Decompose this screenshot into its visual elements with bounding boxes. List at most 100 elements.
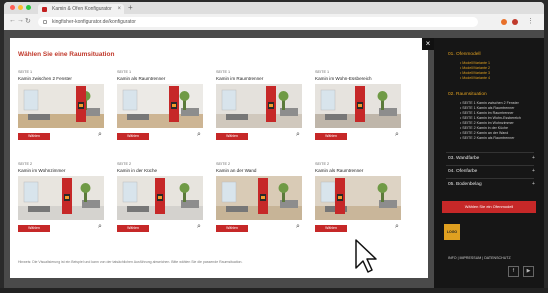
room-preview-image[interactable] xyxy=(18,176,104,220)
lock-icon xyxy=(43,20,47,24)
sidebar-option[interactable]: • SEITE 2 Kamin an der Wand xyxy=(460,131,508,135)
facebook-icon[interactable]: f xyxy=(508,266,519,277)
close-modal-button[interactable]: × xyxy=(422,38,434,50)
extension-icon[interactable] xyxy=(501,19,507,25)
modal-title: Wählen Sie eine Raumsituation xyxy=(18,51,115,58)
new-tab-button[interactable]: + xyxy=(128,3,133,12)
expand-icon[interactable]: + xyxy=(532,181,535,187)
sidebar-section-wandfarbe[interactable]: 03. Wandfarbe xyxy=(448,156,479,161)
close-window-dot[interactable] xyxy=(10,5,15,10)
url-text: kingfisher-konfigurator.de/konfigurator xyxy=(52,19,136,25)
select-room-button[interactable]: Wählen xyxy=(216,225,248,232)
footer-links[interactable]: INFO | IMPRESSUM | DATENSCHUTZ xyxy=(448,256,511,260)
expand-icon[interactable]: + xyxy=(532,168,535,174)
maximize-window-dot[interactable] xyxy=(26,5,31,10)
reload-icon[interactable]: ↻ xyxy=(25,17,31,25)
card-kicker: SEITE 1 xyxy=(315,70,330,74)
tab-title: Kamin & Ofen Konfigurator xyxy=(52,6,112,12)
zoom-icon[interactable]: ⌕ xyxy=(395,223,399,231)
card-title: Kamin im Raumtrenner xyxy=(216,76,264,81)
zoom-icon[interactable]: ⌕ xyxy=(296,223,300,231)
room-card[interactable]: SEITE 1 Kamin im Raumtrenner Wählen ⌕ xyxy=(216,70,304,150)
sidebar-option[interactable]: • SEITE 1 Kamin zwischen 2 Fenster xyxy=(460,101,519,105)
divider xyxy=(446,178,534,179)
sidebar-option[interactable]: • SEITE 2 Kamin in der Küche xyxy=(460,126,508,130)
card-title: Kamin als Raumtrenner xyxy=(315,168,364,173)
zoom-icon[interactable]: ⌕ xyxy=(98,223,102,231)
room-preview-image[interactable] xyxy=(315,84,401,128)
select-room-button[interactable]: Wählen xyxy=(216,133,248,140)
card-title: Kamin an der Wand xyxy=(216,168,257,173)
browser-tab[interactable]: Kamin & Ofen Konfigurator × xyxy=(38,4,124,14)
sidebar-option[interactable]: • Modell/Variante 2 xyxy=(460,66,490,70)
divider xyxy=(446,165,534,166)
card-kicker: SEITE 2 xyxy=(117,162,132,166)
select-room-button[interactable]: Wählen xyxy=(117,225,149,232)
tab-bar: Kamin & Ofen Konfigurator × + xyxy=(4,2,544,14)
sidebar-section-raumsituation[interactable]: 02. Raumsituation xyxy=(448,92,487,97)
favicon-icon xyxy=(42,7,47,12)
room-card[interactable]: SEITE 1 Kamin als Raumtrenner Wählen ⌕ xyxy=(117,70,205,150)
youtube-icon[interactable]: ▶ xyxy=(523,266,534,277)
room-card[interactable]: SEITE 1 Kamin zwischen 2 Fenster Wählen … xyxy=(18,70,106,150)
room-preview-image[interactable] xyxy=(117,176,203,220)
zoom-icon[interactable]: ⌕ xyxy=(197,223,201,231)
expand-icon[interactable]: + xyxy=(532,155,535,161)
card-kicker: SEITE 2 xyxy=(216,162,231,166)
sidebar-option[interactable]: • Modell/Variante 1 xyxy=(460,61,490,65)
profile-icon[interactable] xyxy=(512,19,518,25)
select-room-button[interactable]: Wählen xyxy=(315,225,347,232)
sidebar-option[interactable]: • SEITE 2 Kamin im Wohnzimmer xyxy=(460,121,514,125)
room-card[interactable]: SEITE 2 Kamin in der Küche Wählen ⌕ xyxy=(117,162,205,242)
select-room-button[interactable]: Wählen xyxy=(117,133,149,140)
configurator-sidebar: 01. Ofenmodell • Modell/Variante 1 • Mode… xyxy=(434,38,544,288)
sidebar-option[interactable]: • Modell/Variante 4 xyxy=(460,76,490,80)
card-title: Kamin in der Küche xyxy=(117,168,158,173)
screen-bezel xyxy=(0,288,548,293)
card-kicker: SEITE 1 xyxy=(216,70,231,74)
room-card[interactable]: SEITE 2 Kamin im Wohnzimmer Wählen ⌕ xyxy=(18,162,106,242)
card-kicker: SEITE 2 xyxy=(315,162,330,166)
select-room-button[interactable]: Wählen xyxy=(18,225,50,232)
room-card[interactable]: SEITE 2 Kamin an der Wand Wählen ⌕ xyxy=(216,162,304,242)
browser-menu-icon[interactable]: ⋮ xyxy=(527,17,534,25)
address-bar[interactable]: kingfisher-konfigurator.de/konfigurator xyxy=(38,17,478,27)
nav-row: ← → ↻ kingfisher-konfigurator.de/konfigu… xyxy=(4,14,544,30)
sidebar-section-bodenbelag[interactable]: 05. Bodenbelag xyxy=(448,182,482,187)
zoom-icon[interactable]: ⌕ xyxy=(395,131,399,139)
room-preview-image[interactable] xyxy=(216,176,302,220)
zoom-icon[interactable]: ⌕ xyxy=(98,131,102,139)
modal-footnote: Hinweis: Die Visualisierung ist ein Beis… xyxy=(18,260,243,264)
room-preview-image[interactable] xyxy=(117,84,203,128)
room-card[interactable]: SEITE 1 Kamin im Wohn-Essbereich Wählen … xyxy=(315,70,403,150)
room-preview-image[interactable] xyxy=(216,84,302,128)
brand-logo: LOGO xyxy=(444,224,460,240)
sidebar-section-ofenfarbe[interactable]: 04. Ofenfarbe xyxy=(448,169,477,174)
mouse-cursor-icon xyxy=(355,239,377,273)
zoom-icon[interactable]: ⌕ xyxy=(296,131,300,139)
room-card[interactable]: SEITE 2 Kamin als Raumtrenner Wählen ⌕ xyxy=(315,162,403,242)
card-title: Kamin zwischen 2 Fenster xyxy=(18,76,72,81)
sidebar-option[interactable]: • SEITE 2 Kamin als Raumtrenner xyxy=(460,136,514,140)
card-title: Kamin im Wohn-Essbereich xyxy=(315,76,372,81)
card-kicker: SEITE 1 xyxy=(117,70,132,74)
select-room-button[interactable]: Wählen xyxy=(315,133,347,140)
back-icon[interactable]: ← xyxy=(9,17,16,24)
choose-model-button[interactable]: Wählen Sie ein Ofenmodell xyxy=(442,201,536,213)
divider xyxy=(446,152,534,153)
minimize-window-dot[interactable] xyxy=(18,5,23,10)
sidebar-option[interactable]: • SEITE 1 Kamin als Raumtrenner xyxy=(460,106,514,110)
browser-chrome: Kamin & Ofen Konfigurator × + ← → ↻ king… xyxy=(4,2,544,30)
forward-icon[interactable]: → xyxy=(17,17,24,24)
zoom-icon[interactable]: ⌕ xyxy=(197,131,201,139)
room-preview-image[interactable] xyxy=(315,176,401,220)
card-kicker: SEITE 2 xyxy=(18,162,33,166)
select-room-button[interactable]: Wählen xyxy=(18,133,50,140)
sidebar-option[interactable]: • SEITE 1 Kamin im Raumtrenner xyxy=(460,111,514,115)
sidebar-option[interactable]: • Modell/Variante 3 xyxy=(460,71,490,75)
screen-frame: Kamin & Ofen Konfigurator × + ← → ↻ king… xyxy=(0,0,548,293)
sidebar-option[interactable]: • SEITE 1 Kamin im Wohn-Essbereich xyxy=(460,116,521,120)
room-preview-image[interactable] xyxy=(18,84,104,128)
sidebar-section-ofenmodell[interactable]: 01. Ofenmodell xyxy=(448,52,481,57)
close-tab-icon[interactable]: × xyxy=(117,4,121,14)
